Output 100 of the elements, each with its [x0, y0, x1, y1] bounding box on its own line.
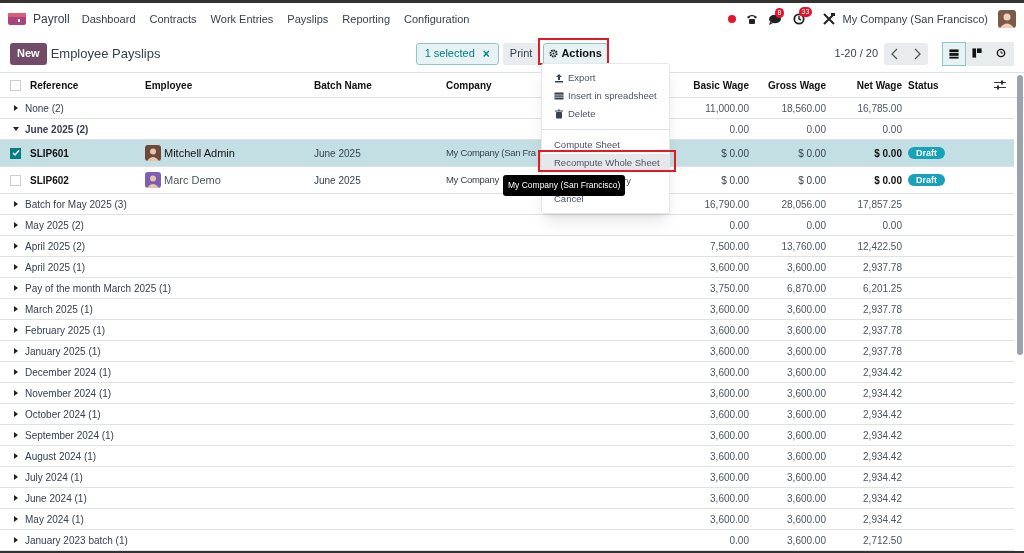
group-label[interactable]: December 2024 (1)	[25, 364, 112, 380]
group-label[interactable]: June 2024 (1)	[25, 490, 87, 506]
table-cell: My Company	[446, 174, 499, 186]
app-name[interactable]: Payroll	[33, 10, 70, 28]
tools-icon[interactable]	[822, 13, 835, 25]
select-all-checkbox[interactable]	[10, 79, 21, 91]
table-cell-text: $ 0.00	[721, 173, 749, 188]
table-cell-text: 16,785.00	[857, 101, 902, 116]
clock-icon[interactable]	[792, 13, 805, 25]
settings-sliders-icon[interactable]	[994, 80, 1006, 90]
print-button[interactable]: Print	[502, 42, 540, 65]
caret-icon[interactable]	[13, 264, 19, 270]
caret-icon[interactable]	[13, 411, 19, 417]
caret-icon[interactable]	[13, 201, 19, 207]
menu-item[interactable]: Insert in spreadsheet	[542, 87, 669, 105]
group-label[interactable]: January 2025 (1)	[25, 343, 101, 359]
group-label[interactable]: April 2025 (1)	[25, 259, 86, 275]
caret-icon[interactable]	[13, 432, 19, 438]
group-label[interactable]: November 2024 (1)	[25, 385, 112, 401]
table-cell-text: 2,934.42	[863, 470, 902, 485]
menu-item[interactable]: Delete	[542, 105, 669, 123]
caret-icon[interactable]	[13, 105, 19, 111]
menu-item[interactable]: Contracts	[149, 10, 197, 28]
group-label[interactable]: July 2024 (1)	[25, 469, 83, 485]
table-cell-text: 17,857.25	[857, 197, 902, 212]
scrollbar-thumb[interactable]	[1017, 75, 1023, 355]
group-label[interactable]: None (2)	[25, 100, 64, 116]
company-switcher[interactable]: My Company (San Francisco)	[842, 10, 988, 28]
group-label[interactable]: August 2024 (1)	[25, 448, 97, 464]
table-cell-text: 2,937.78	[863, 260, 902, 275]
table-cell-text: 2,934.42	[863, 428, 902, 443]
table-cell-text: 3,600.00	[787, 407, 826, 422]
table-cell-text: 3,600.00	[787, 365, 826, 380]
menu-item[interactable]: Work Entries	[210, 10, 274, 28]
caret-icon[interactable]	[13, 222, 19, 228]
group-label[interactable]: September 2024 (1)	[25, 427, 114, 443]
view-switch-button[interactable]	[990, 41, 1014, 66]
caret-icon[interactable]	[13, 537, 19, 543]
upload-icon	[554, 73, 564, 83]
menu-item[interactable]: Dashboard	[81, 10, 136, 28]
table-cell-text: 13,760.00	[781, 239, 826, 254]
table-cell-text: 2,937.78	[863, 344, 902, 359]
status-dot-icon	[727, 15, 736, 23]
table-cell-text: 3,600.00	[710, 302, 749, 317]
group-label[interactable]: March 2025 (1)	[25, 301, 93, 317]
row-checkbox[interactable]	[10, 147, 21, 159]
chat-icon[interactable]	[767, 13, 781, 25]
view-switch-button[interactable]	[966, 41, 990, 66]
table-cell-text: $ 0.00	[874, 173, 902, 188]
column-header[interactable]: Status	[902, 77, 982, 93]
caret-icon[interactable]	[13, 516, 19, 522]
table-cell-text: 11,000.00	[705, 101, 749, 116]
caret-icon[interactable]	[13, 348, 19, 354]
caret-icon[interactable]	[13, 474, 19, 480]
view-switch-button[interactable]	[942, 41, 966, 66]
group-label[interactable]: Batch for May 2025 (3)	[25, 196, 127, 212]
caret-icon[interactable]	[13, 453, 19, 459]
menu-item[interactable]: Configuration	[404, 10, 470, 28]
group-label[interactable]: June 2025 (2)	[25, 121, 89, 137]
caret-icon[interactable]	[13, 306, 19, 312]
clear-selection-button[interactable]: ×	[482, 44, 490, 63]
caret-icon[interactable]	[13, 285, 19, 291]
group-label[interactable]: May 2025 (2)	[25, 217, 84, 233]
table-cell-text: 3,600.00	[710, 386, 749, 401]
column-header[interactable]: Reference	[30, 77, 145, 93]
caret-icon[interactable]	[13, 390, 19, 396]
table-cell-text: June 2025	[314, 173, 362, 188]
group-label[interactable]: January 2023 batch (1)	[25, 532, 128, 548]
new-button[interactable]: New	[10, 42, 47, 65]
caret-icon[interactable]	[13, 495, 19, 501]
table-cell-text: 2,934.42	[863, 407, 902, 422]
menu-item[interactable]: Reporting	[342, 10, 391, 28]
caret-icon[interactable]	[13, 243, 19, 249]
row-checkbox[interactable]	[10, 174, 21, 186]
trash-icon	[554, 109, 564, 119]
group-label[interactable]: Pay of the month March 2025 (1)	[25, 280, 172, 296]
group-label[interactable]: October 2024 (1)	[25, 406, 101, 422]
column-header[interactable]: Net Wage	[826, 77, 902, 93]
table-cell-text: 28,056.00	[781, 197, 826, 212]
payroll-logo-icon[interactable]	[8, 13, 26, 25]
actions-button[interactable]: Actions	[543, 42, 608, 65]
column-header[interactable]: Batch Name	[314, 77, 446, 93]
group-label[interactable]: February 2025 (1)	[25, 322, 106, 338]
user-avatar[interactable]	[998, 10, 1016, 28]
table-cell-text: 3,600.00	[710, 491, 749, 506]
table-cell-text: 2,937.78	[863, 302, 902, 317]
table-cell-text: June 2025	[314, 146, 362, 161]
caret-icon[interactable]	[13, 369, 19, 375]
menu-item[interactable]: Payslips	[287, 10, 329, 28]
menu-item[interactable]: Export	[542, 69, 669, 87]
table-cell-text: 3,600.00	[710, 323, 749, 338]
avatar-icon	[145, 145, 161, 161]
column-header[interactable]: Employee	[145, 77, 314, 93]
group-label[interactable]: May 2024 (1)	[25, 511, 84, 527]
table-cell-text: 0.00	[806, 218, 826, 233]
phone-icon[interactable]	[745, 13, 758, 25]
caret-icon[interactable]	[13, 327, 19, 333]
group-label[interactable]: April 2025 (2)	[25, 238, 86, 254]
caret-icon[interactable]	[13, 126, 19, 132]
column-header[interactable]: Gross Wage	[749, 77, 826, 93]
